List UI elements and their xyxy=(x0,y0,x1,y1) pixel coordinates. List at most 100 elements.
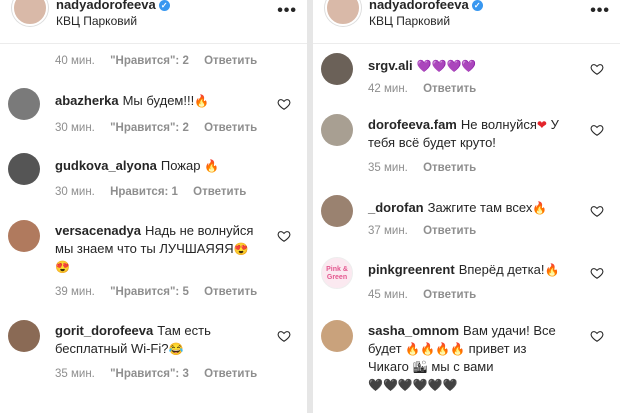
comment-meta: 30 мин. Нравится: 1 Ответить xyxy=(55,186,258,198)
heart-eyes-emoji-icon: 😍 xyxy=(233,242,249,256)
black-heart-emoji-icon: 🖤🖤🖤🖤🖤🖤 xyxy=(368,378,458,392)
cityscape-emoji-icon: 🏙 xyxy=(412,360,428,374)
left-comments-panel: nadyadorofeeva ✓ КВЦ Парковий ••• 40 мин.… xyxy=(0,0,307,413)
comment-time: 45 мин. xyxy=(368,289,408,301)
comment-time: 39 мин. xyxy=(55,286,95,298)
comment-meta: 35 мин. Ответить xyxy=(368,162,488,174)
like-heart-icon[interactable] xyxy=(590,204,604,218)
comment-text: Мы будем!!! xyxy=(122,93,195,108)
author-avatar[interactable] xyxy=(12,0,48,26)
more-options-icon[interactable]: ••• xyxy=(590,2,610,20)
reply-button[interactable]: Ответить xyxy=(204,286,257,298)
commenter-avatar[interactable] xyxy=(321,320,353,352)
reply-button[interactable]: Ответить xyxy=(423,225,476,237)
more-options-icon[interactable]: ••• xyxy=(277,2,297,20)
comment-meta: 30 мин. "Нравится": 2 Ответить xyxy=(55,122,269,134)
comment-likes[interactable]: Нравится: 1 xyxy=(110,186,178,198)
reply-button[interactable]: Ответить xyxy=(423,289,476,301)
reply-button[interactable]: Ответить xyxy=(423,83,476,95)
commenter-username[interactable]: abazherka xyxy=(55,93,119,108)
commenter-username[interactable]: srgv.ali xyxy=(368,58,413,73)
comment-body: pinkgreenrent Вперёд детка!🔥 xyxy=(368,261,586,279)
like-heart-icon[interactable] xyxy=(590,62,604,76)
comment-likes[interactable]: "Нравится": 2 xyxy=(110,55,189,67)
comment-time: 35 мин. xyxy=(55,368,95,380)
commenter-avatar[interactable] xyxy=(8,88,40,120)
comment-time: 30 мин. xyxy=(55,186,95,198)
like-heart-icon[interactable] xyxy=(277,229,291,243)
verified-badge-icon: ✓ xyxy=(471,0,483,11)
post-header: nadyadorofeeva ✓ КВЦ Парковий ••• xyxy=(313,0,620,44)
comment-meta: 39 мин. "Нравится": 5 Ответить xyxy=(55,286,269,298)
verified-badge-icon: ✓ xyxy=(158,0,170,11)
commenter-username[interactable]: dorofeeva.fam xyxy=(368,117,457,132)
top-comment-meta: 40 мин. "Нравится": 2 Ответить xyxy=(55,55,269,67)
comment-text: Зажгите там всех xyxy=(427,200,533,215)
commenter-avatar[interactable] xyxy=(321,114,353,146)
comment-time: 35 мин. xyxy=(368,162,408,174)
reply-button[interactable]: Ответить xyxy=(193,186,246,198)
comment-text-end: мы с вами xyxy=(431,359,494,374)
comment-meta: 45 мин. Ответить xyxy=(368,289,488,301)
comment-body: dorofeeva.fam Не волнуйся❤ У тебя всё буд… xyxy=(368,116,586,152)
commenter-username[interactable]: _dorofan xyxy=(368,200,424,215)
right-comments-panel: nadyadorofeeva ✓ КВЦ Парковий ••• srgv.al… xyxy=(313,0,620,413)
commenter-username[interactable]: gorit_dorofeeva xyxy=(55,323,153,338)
fire-emoji-icon: 🔥 xyxy=(532,201,548,215)
like-heart-icon[interactable] xyxy=(590,329,604,343)
post-header: nadyadorofeeva ✓ КВЦ Парковий ••• xyxy=(0,0,307,44)
fire-emoji-icon: 🔥🔥🔥🔥 xyxy=(405,342,465,356)
heart-eyes-emoji-icon: 😍 xyxy=(55,260,70,274)
author-username-text[interactable]: nadyadorofeeva xyxy=(56,0,156,12)
commenter-username[interactable]: versacenadya xyxy=(55,223,141,238)
reply-button[interactable]: Ответить xyxy=(204,55,257,67)
comment-time: 30 мин. xyxy=(55,122,95,134)
like-heart-icon[interactable] xyxy=(590,123,604,137)
commenter-avatar[interactable] xyxy=(8,320,40,352)
reply-button[interactable]: Ответить xyxy=(204,368,257,380)
commenter-username[interactable]: sasha_omnom xyxy=(368,323,459,338)
post-location[interactable]: КВЦ Парковий xyxy=(369,14,450,28)
author-username[interactable]: nadyadorofeeva ✓ xyxy=(369,0,483,12)
reply-button[interactable]: Ответить xyxy=(204,122,257,134)
comment-body: abazherka Мы будем!!!🔥 xyxy=(55,92,273,110)
comment-time: 42 мин. xyxy=(368,83,408,95)
commenter-avatar[interactable] xyxy=(321,195,353,227)
comment-text: Не волнуйся xyxy=(460,117,537,132)
laughing-emoji-icon: 😂 xyxy=(168,342,184,356)
comment-text: Вперёд детка! xyxy=(458,262,545,277)
comment-body: gudkova_alyona Пожар 🔥 xyxy=(55,157,273,175)
comment-meta: 37 мин. Ответить xyxy=(368,225,488,237)
comment-body: srgv.ali 💜💜💜💜 xyxy=(368,57,586,75)
commenter-username[interactable]: gudkova_alyona xyxy=(55,158,157,173)
fire-emoji-icon: 🔥 xyxy=(544,263,560,277)
fire-emoji-icon: 🔥 xyxy=(204,159,220,173)
author-username[interactable]: nadyadorofeeva ✓ xyxy=(56,0,170,12)
like-heart-icon[interactable] xyxy=(590,266,604,280)
commenter-avatar[interactable] xyxy=(8,220,40,252)
comment-text: Пожар xyxy=(160,158,201,173)
comment-likes[interactable]: "Нравится": 3 xyxy=(110,368,189,380)
reply-button[interactable]: Ответить xyxy=(423,162,476,174)
author-username-text[interactable]: nadyadorofeeva xyxy=(369,0,469,12)
purple-heart-emoji-icon: 💜💜💜💜 xyxy=(416,59,477,73)
like-heart-icon[interactable] xyxy=(277,97,291,111)
like-heart-icon[interactable] xyxy=(277,329,291,343)
comment-body: sasha_omnom Вам удачи! Все будет 🔥🔥🔥🔥 при… xyxy=(368,322,565,394)
comment-likes[interactable]: "Нравится": 2 xyxy=(110,122,189,134)
post-location[interactable]: КВЦ Парковий xyxy=(56,14,137,28)
author-avatar[interactable] xyxy=(325,0,361,26)
comment-likes[interactable]: "Нравится": 5 xyxy=(110,286,189,298)
red-heart-emoji-icon: ❤ xyxy=(536,118,547,132)
comment-meta: 35 мин. "Нравится": 3 Ответить xyxy=(55,368,269,380)
commenter-avatar[interactable] xyxy=(321,53,353,85)
comment-body: _dorofan Зажгите там всех🔥 xyxy=(368,199,586,217)
commenter-username[interactable]: pinkgreenrent xyxy=(368,262,455,277)
comment-time: 40 мин. xyxy=(55,55,95,67)
comment-body: versacenadya Надь не волнуйся мы знаем чт… xyxy=(55,222,267,276)
comment-body: gorit_dorofeeva Там есть бесплатный Wi-Fi… xyxy=(55,322,217,358)
commenter-avatar[interactable] xyxy=(8,153,40,185)
comment-time: 37 мин. xyxy=(368,225,408,237)
commenter-avatar[interactable]: Pink & Green xyxy=(321,257,353,289)
fire-emoji-icon: 🔥 xyxy=(194,94,210,108)
